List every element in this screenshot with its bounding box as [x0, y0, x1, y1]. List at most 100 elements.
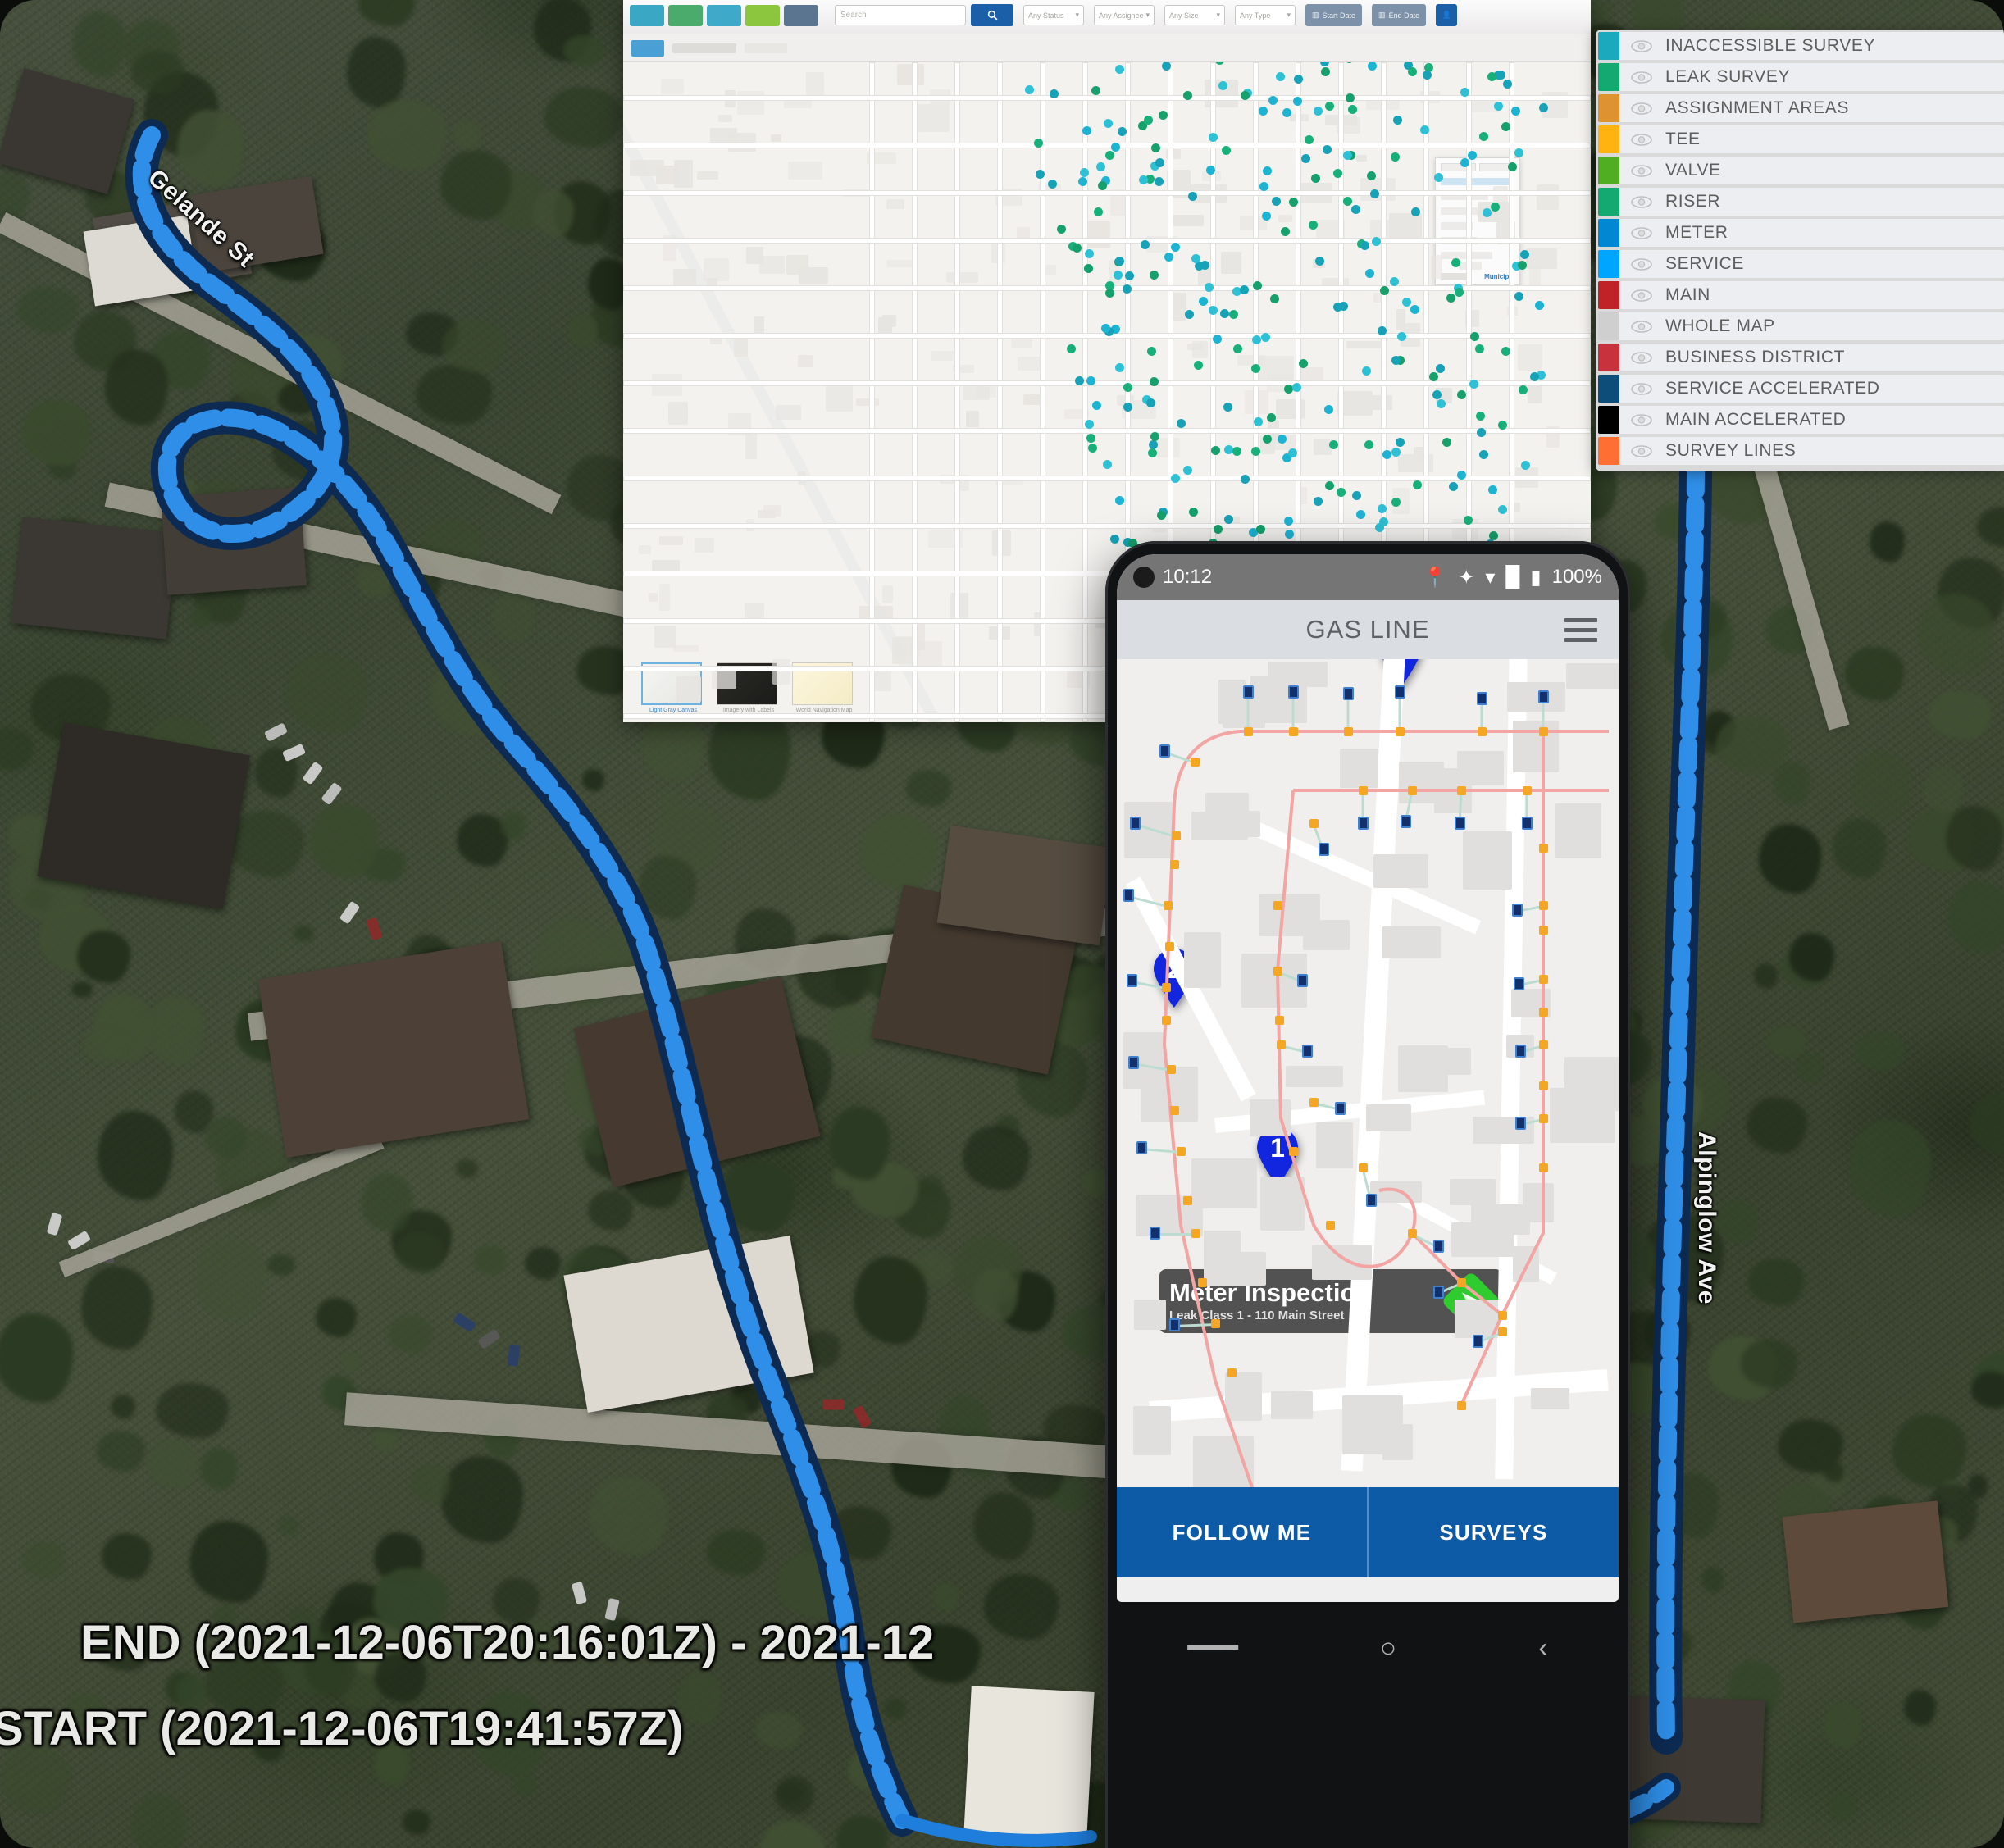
tee-node[interactable] — [1523, 786, 1532, 795]
survey-point[interactable] — [1102, 460, 1112, 470]
survey-point[interactable] — [1457, 390, 1467, 400]
survey-point[interactable] — [1346, 93, 1355, 103]
survey-point[interactable] — [1460, 158, 1469, 168]
survey-point[interactable] — [1478, 450, 1488, 460]
survey-point[interactable] — [1428, 371, 1438, 381]
filter-size-select[interactable]: Any Size ▾ — [1164, 5, 1225, 25]
legend-row[interactable]: MAIN — [1598, 281, 2004, 309]
survey-point[interactable] — [1212, 334, 1222, 344]
tee-node[interactable] — [1539, 901, 1548, 910]
layer-visibility-toggle[interactable] — [1631, 413, 1652, 426]
survey-point[interactable] — [1391, 355, 1401, 365]
survey-point[interactable] — [1092, 400, 1102, 410]
tee-node[interactable] — [1539, 727, 1548, 736]
layer-visibility-toggle[interactable] — [1631, 102, 1652, 115]
survey-point[interactable] — [1082, 125, 1092, 135]
survey-point[interactable] — [1412, 480, 1422, 490]
survey-point[interactable] — [1356, 510, 1366, 520]
survey-point[interactable] — [1475, 412, 1485, 421]
survey-point[interactable] — [1150, 143, 1160, 153]
tee-node[interactable] — [1191, 758, 1200, 767]
valve-node[interactable] — [1165, 942, 1174, 951]
survey-point[interactable] — [1423, 70, 1432, 80]
tee-node[interactable] — [1211, 1319, 1220, 1328]
tee-node[interactable] — [1244, 727, 1253, 736]
survey-point[interactable] — [1164, 253, 1173, 262]
tee-node[interactable] — [1539, 975, 1548, 984]
survey-point[interactable] — [1448, 481, 1458, 491]
survey-point[interactable] — [1292, 96, 1302, 106]
legend-row[interactable]: MAIN ACCELERATED — [1598, 406, 2004, 434]
survey-point[interactable] — [1277, 434, 1287, 444]
survey-point[interactable] — [1223, 403, 1232, 412]
tee-node[interactable] — [1177, 1147, 1186, 1156]
toolbar-tile-print[interactable] — [784, 4, 818, 26]
meter-marker[interactable] — [1515, 1045, 1526, 1058]
survey-point[interactable] — [1272, 196, 1281, 206]
survey-point[interactable] — [1284, 516, 1294, 526]
tee-node[interactable] — [1164, 901, 1173, 910]
survey-point[interactable] — [1146, 347, 1156, 357]
survey-point[interactable] — [1233, 344, 1243, 354]
survey-point[interactable] — [1259, 181, 1269, 191]
survey-point[interactable] — [1141, 239, 1150, 249]
survey-point[interactable] — [1396, 331, 1406, 341]
survey-point[interactable] — [1086, 434, 1095, 444]
tee-node[interactable] — [1408, 786, 1417, 795]
tee-node[interactable] — [1498, 1327, 1507, 1336]
legend-row[interactable]: BUSINESS DISTRICT — [1598, 344, 2004, 371]
survey-point[interactable] — [1379, 286, 1389, 296]
legend-row[interactable]: WHOLE MAP — [1598, 312, 2004, 340]
survey-point[interactable] — [1114, 271, 1123, 280]
meter-marker[interactable] — [1343, 687, 1354, 700]
survey-point[interactable] — [1123, 383, 1132, 393]
survey-point[interactable] — [1232, 447, 1241, 457]
survey-point[interactable] — [1205, 165, 1215, 175]
survey-point[interactable] — [1454, 287, 1464, 297]
tee-node[interactable] — [1408, 1229, 1417, 1238]
layer-legend-card[interactable]: INACCESSIBLE SURVEY LEAK SURVEY ASSIGNMENT… — [1596, 30, 2004, 471]
survey-point[interactable] — [1368, 62, 1378, 71]
tee-node[interactable] — [1478, 727, 1487, 736]
legend-row[interactable]: VALVE — [1598, 157, 2004, 184]
survey-point[interactable] — [1298, 358, 1308, 368]
survey-point[interactable] — [1284, 530, 1294, 539]
survey-point[interactable] — [1086, 376, 1095, 385]
survey-point[interactable] — [1149, 376, 1159, 386]
meter-marker[interactable] — [1123, 889, 1134, 902]
survey-point[interactable] — [1114, 256, 1124, 266]
survey-point[interactable] — [1182, 466, 1192, 476]
survey-point[interactable] — [1262, 166, 1272, 175]
survey-point[interactable] — [1194, 361, 1204, 371]
tee-node[interactable] — [1359, 1163, 1368, 1172]
survey-point[interactable] — [1365, 269, 1375, 279]
survey-point[interactable] — [1511, 107, 1521, 116]
survey-point[interactable] — [1091, 85, 1101, 95]
survey-point[interactable] — [1074, 376, 1084, 385]
survey-point[interactable] — [1469, 331, 1479, 341]
survey-point[interactable] — [1158, 111, 1168, 121]
survey-point[interactable] — [1177, 418, 1186, 428]
valve-node[interactable] — [1227, 1368, 1237, 1377]
survey-point[interactable] — [1098, 181, 1108, 191]
meter-marker[interactable] — [1473, 1335, 1483, 1348]
meter-marker[interactable] — [1514, 977, 1524, 990]
survey-point[interactable] — [1213, 524, 1223, 534]
survey-point[interactable] — [1457, 470, 1467, 480]
meter-marker[interactable] — [1243, 685, 1254, 699]
meter-marker[interactable] — [1515, 1117, 1526, 1130]
survey-point[interactable] — [1253, 280, 1263, 290]
meter-marker[interactable] — [1522, 817, 1533, 830]
survey-point[interactable] — [1446, 294, 1456, 303]
survey-point[interactable] — [1309, 220, 1319, 230]
survey-point[interactable] — [1489, 530, 1499, 540]
survey-point[interactable] — [1171, 473, 1180, 483]
end-date-button[interactable]: ▥ End Date — [1372, 4, 1427, 26]
survey-point[interactable] — [1095, 162, 1105, 171]
survey-point[interactable] — [1208, 306, 1218, 316]
survey-point[interactable] — [1396, 438, 1405, 448]
survey-point[interactable] — [1220, 308, 1230, 318]
survey-point[interactable] — [1494, 101, 1504, 111]
tee-node[interactable] — [1167, 1065, 1176, 1074]
toolbar-tile-layers[interactable] — [668, 4, 703, 26]
